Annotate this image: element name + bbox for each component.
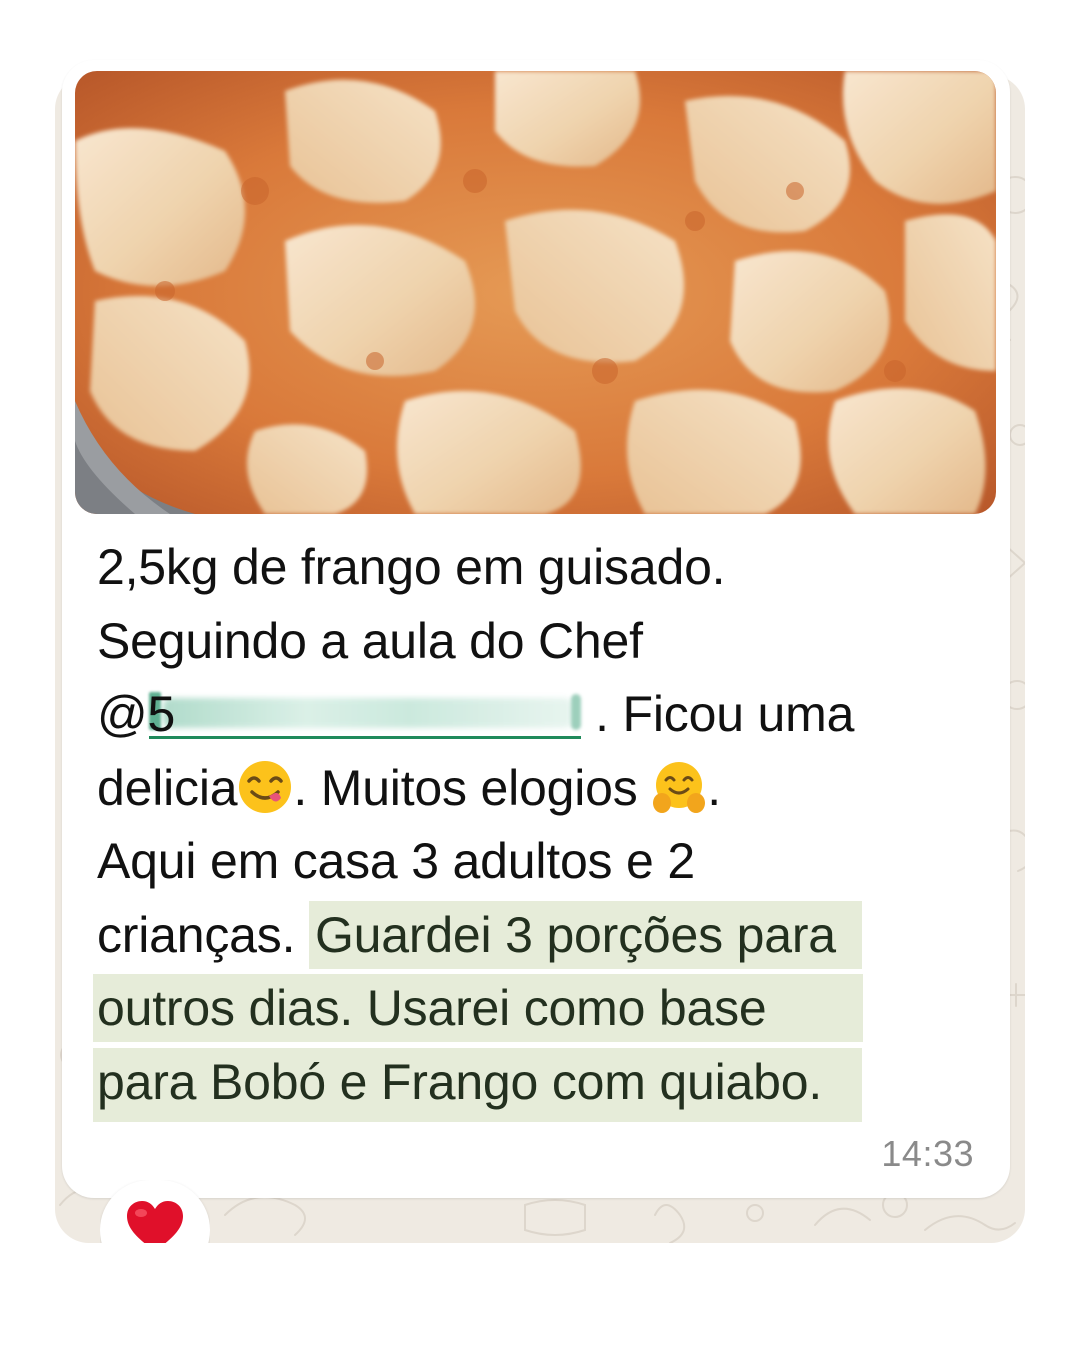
message-line: 2,5kg de frango em guisado.	[97, 531, 977, 605]
message-line-text: 2,5kg de frango em guisado.	[97, 539, 726, 595]
message-line-text: .	[707, 759, 721, 816]
mention-redacted	[163, 698, 574, 728]
mention-prefix: @5	[97, 686, 176, 742]
face-savoring-food-icon	[239, 760, 292, 813]
message-line-text: Seguindo a aula do Chef	[97, 612, 643, 669]
hugging-face-icon	[653, 761, 706, 813]
message-line: para Bobó e Frango com quiabo.	[93, 1046, 977, 1122]
message-line: Seguindo a aula do Chef	[97, 605, 977, 679]
message-line-text: . Ficou uma	[595, 686, 855, 742]
food-photo[interactable]	[75, 71, 996, 514]
message-line-text: delicia	[97, 759, 238, 816]
message-line-text: Aqui em casa 3 adultos e 2	[97, 833, 695, 889]
mention-link[interactable]	[149, 688, 582, 739]
message-line: Aqui em casa 3 adultos e 2	[97, 825, 977, 899]
message-text: 2,5kg de frango em guisado. Seguindo a a…	[93, 531, 977, 1122]
highlighted-text: Guardei 3 porções para	[308, 900, 862, 969]
chicken-stew-image	[75, 71, 996, 514]
message-line: @5 . Ficou uma	[97, 678, 977, 752]
bottom-clip	[0, 1243, 1080, 1350]
message-line: crianças. Guardei 3 porções para	[97, 899, 977, 973]
message-timestamp: 14:33	[881, 1133, 974, 1174]
message-line: delicia . Muitos elogios .	[97, 752, 977, 826]
highlighted-text: para Bobó e Frango com quiabo.	[93, 1047, 863, 1122]
highlighted-text: outros dias. Usarei como base	[93, 974, 863, 1042]
message-line-text: . Muitos elogios	[293, 759, 652, 816]
mention-blur-end	[571, 694, 582, 730]
message-line-text: crianças.	[97, 906, 309, 963]
message-line: outros dias. Usarei como base	[93, 972, 977, 1046]
